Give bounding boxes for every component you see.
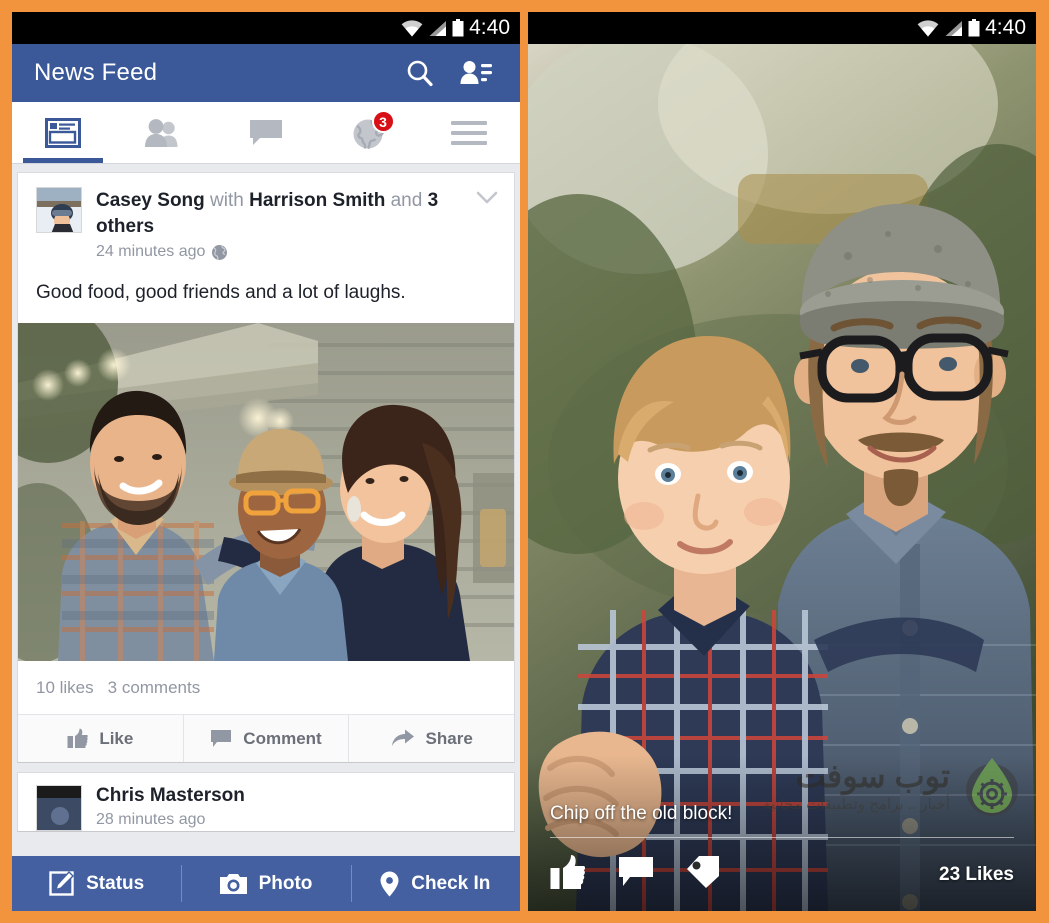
comment-label: Comment (243, 728, 322, 748)
with-word: with (210, 190, 244, 211)
watermark-title: توب سوفت (795, 758, 950, 794)
post-action-bar: Like Comment Share (18, 714, 514, 762)
thumbs-up-icon (550, 855, 586, 889)
thumbs-up-icon (67, 728, 89, 748)
avatar-photo (37, 786, 81, 830)
tag-icon (687, 856, 719, 888)
caption-divider (550, 837, 1014, 838)
battery-icon (968, 19, 980, 37)
news-feed-icon (44, 117, 81, 148)
comment-count[interactable]: 3 comments (108, 678, 201, 698)
left-phone-screen: 4:40 News Feed 3 Casey Song with Harriso… (12, 12, 520, 911)
search-icon (407, 60, 433, 87)
composer-bar: Status Photo Check In (12, 856, 520, 911)
friends-icon (145, 118, 178, 147)
wifi-icon (401, 19, 423, 36)
status-button[interactable]: Status (12, 856, 181, 911)
post-header: Casey Song with Harrison Smith and 3 oth… (18, 173, 514, 269)
photo-viewer[interactable]: توب سوفت أخبار .. برامج وتطبيقات مجانية (528, 44, 1036, 911)
post-photo[interactable] (18, 323, 514, 661)
post-meta: Chris Masterson 28 minutes ago (82, 785, 245, 831)
tab-notifications[interactable]: 3 (317, 102, 419, 163)
avatar-photo (37, 188, 81, 232)
post-timestamp-row: 24 minutes ago (96, 243, 472, 261)
post-timestamp[interactable]: 28 minutes ago (96, 811, 245, 829)
friend-requests-button[interactable] (448, 45, 504, 101)
post-tagged-friend[interactable]: Harrison Smith (249, 190, 385, 211)
tab-more[interactable] (418, 102, 520, 163)
like-count[interactable]: 23 Likes (939, 864, 1014, 886)
post-card: Casey Song with Harrison Smith and 3 oth… (17, 172, 515, 763)
avatar[interactable] (36, 785, 82, 831)
tab-friends[interactable] (114, 102, 216, 163)
and-word: and (390, 190, 423, 211)
camera-icon (219, 873, 247, 894)
post-author[interactable]: Chris Masterson (96, 785, 245, 807)
share-button[interactable]: Share (349, 715, 514, 762)
search-button[interactable] (392, 45, 448, 101)
like-count[interactable]: 10 likes (36, 678, 94, 698)
hamburger-icon (451, 120, 488, 145)
comment-bubble-icon (619, 857, 653, 886)
photo-overlay: Chip off the old block! 23 Likes (528, 803, 1036, 911)
status-bar: 4:40 (528, 12, 1036, 44)
avatar[interactable] (36, 187, 82, 233)
comment-button[interactable]: Comment (184, 715, 350, 762)
cellular-signal-icon (945, 20, 963, 36)
app-header: News Feed (12, 44, 520, 102)
messages-icon (249, 119, 282, 145)
friend-requests-icon (460, 61, 492, 84)
share-label: Share (425, 728, 473, 748)
photo-button[interactable]: Photo (181, 856, 350, 911)
comment-button[interactable] (618, 856, 654, 893)
viewer-action-bar: 23 Likes (550, 854, 1014, 895)
post-author[interactable]: Casey Song (96, 190, 205, 211)
location-pin-icon (380, 871, 399, 896)
post-stats: 10 likes 3 comments (18, 661, 514, 714)
like-button[interactable] (550, 854, 586, 895)
right-phone-screen: 4:40 توب سوفت أخبار .. برامج وتطبيقات مج… (528, 12, 1036, 911)
battery-icon (452, 19, 464, 37)
chevron-down-icon (476, 191, 498, 204)
check-in-label: Check In (411, 872, 491, 894)
post-header: Chris Masterson 28 minutes ago (18, 773, 514, 831)
active-tab-underline (23, 158, 103, 163)
cellular-signal-icon (429, 20, 447, 36)
notification-badge: 3 (371, 110, 395, 133)
status-clock: 4:40 (985, 15, 1026, 39)
comment-bubble-icon (211, 729, 232, 747)
photo-label: Photo (258, 872, 313, 894)
globe-icon (212, 244, 228, 260)
compose-pencil-icon (49, 871, 75, 896)
share-arrow-icon (391, 729, 414, 746)
like-button[interactable]: Like (18, 715, 184, 762)
post-timestamp[interactable]: 24 minutes ago (96, 243, 205, 261)
tab-news-feed[interactable] (12, 102, 114, 163)
tab-messages[interactable] (215, 102, 317, 163)
status-clock: 4:40 (469, 15, 510, 39)
post-photo-image (18, 323, 514, 661)
tag-button[interactable] (686, 855, 720, 894)
status-bar: 4:40 (12, 12, 520, 44)
status-label: Status (86, 872, 145, 894)
post-menu-button[interactable] (472, 187, 500, 210)
wifi-icon (917, 19, 939, 36)
like-label: Like (99, 728, 134, 748)
photo-caption: Chip off the old block! (550, 803, 733, 824)
check-in-button[interactable]: Check In (350, 856, 520, 911)
page-title: News Feed (34, 59, 158, 86)
post-body: Good food, good friends and a lot of lau… (36, 282, 406, 303)
screenshot-frame: 4:40 News Feed 3 Casey Song with Harriso… (0, 0, 1049, 923)
news-feed-list[interactable]: Casey Song with Harrison Smith and 3 oth… (12, 164, 520, 911)
tab-bar: 3 (12, 102, 520, 164)
post-author-line: Casey Song with Harrison Smith and 3 oth… (96, 188, 472, 240)
post-meta: Casey Song with Harrison Smith and 3 oth… (82, 187, 472, 261)
post-card: Chris Masterson 28 minutes ago (17, 772, 515, 832)
